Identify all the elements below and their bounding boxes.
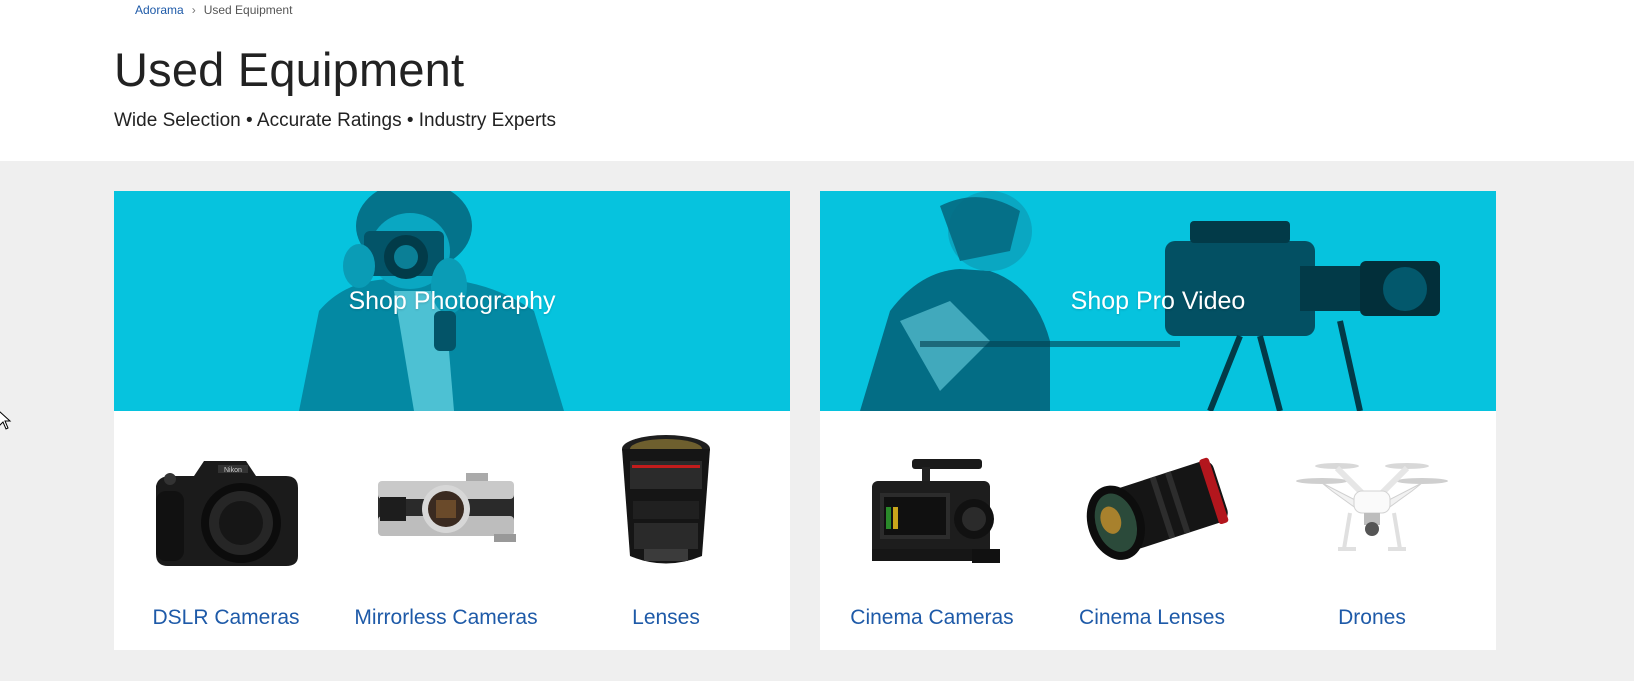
breadcrumb: Adorama › Used Equipment	[135, 3, 292, 17]
cinema-lens-image	[1086, 457, 1229, 560]
category-label[interactable]: DSLR Cameras	[116, 606, 336, 630]
drone-image	[1296, 463, 1448, 551]
category-label[interactable]: Cinema Lenses	[1042, 606, 1262, 630]
category-dslr-cameras[interactable]: Nikon DSLR Cameras	[116, 411, 336, 650]
category-label[interactable]: Lenses	[556, 606, 776, 630]
mirrorless-camera-image	[378, 473, 516, 542]
pro-video-card: Shop Pro Video Cinema Cameras Cinema Len…	[820, 191, 1496, 650]
category-drones[interactable]: Drones	[1262, 411, 1482, 650]
breadcrumb-home-link[interactable]: Adorama	[135, 3, 184, 17]
dslr-camera-image: Nikon	[156, 461, 298, 566]
cinema-camera-image	[872, 459, 1000, 563]
category-lenses[interactable]: Lenses	[556, 411, 776, 650]
shop-photography-link[interactable]: Shop Photography	[114, 287, 790, 316]
category-label[interactable]: Cinema Cameras	[822, 606, 1042, 630]
category-cinema-lenses[interactable]: Cinema Lenses	[1042, 411, 1262, 650]
category-label[interactable]: Mirrorless Cameras	[336, 606, 556, 630]
category-cinema-cameras[interactable]: Cinema Cameras	[822, 411, 1042, 650]
shop-pro-video-link[interactable]: Shop Pro Video	[820, 287, 1496, 316]
pro-video-categories: Cinema Cameras Cinema Lenses Drones	[820, 411, 1496, 650]
page-title: Used Equipment	[114, 43, 465, 96]
category-mirrorless-cameras[interactable]: Mirrorless Cameras	[336, 411, 556, 650]
photography-categories: Nikon DSLR Cameras Mirrorless Cameras Le…	[114, 411, 790, 650]
lens-image	[622, 435, 710, 564]
svg-text:Nikon: Nikon	[224, 467, 242, 474]
shop-pro-video-banner[interactable]: Shop Pro Video	[820, 191, 1496, 411]
mouse-pointer-icon	[0, 411, 12, 430]
breadcrumb-current: Used Equipment	[203, 3, 293, 17]
photography-card: Shop Photography Nikon DSLR Cameras Mirr…	[114, 191, 790, 650]
shop-photography-banner[interactable]: Shop Photography	[114, 191, 790, 411]
page-tagline: Wide Selection • Accurate Ratings • Indu…	[114, 110, 557, 131]
category-label[interactable]: Drones	[1262, 606, 1482, 630]
chevron-right-icon: ›	[191, 3, 196, 17]
